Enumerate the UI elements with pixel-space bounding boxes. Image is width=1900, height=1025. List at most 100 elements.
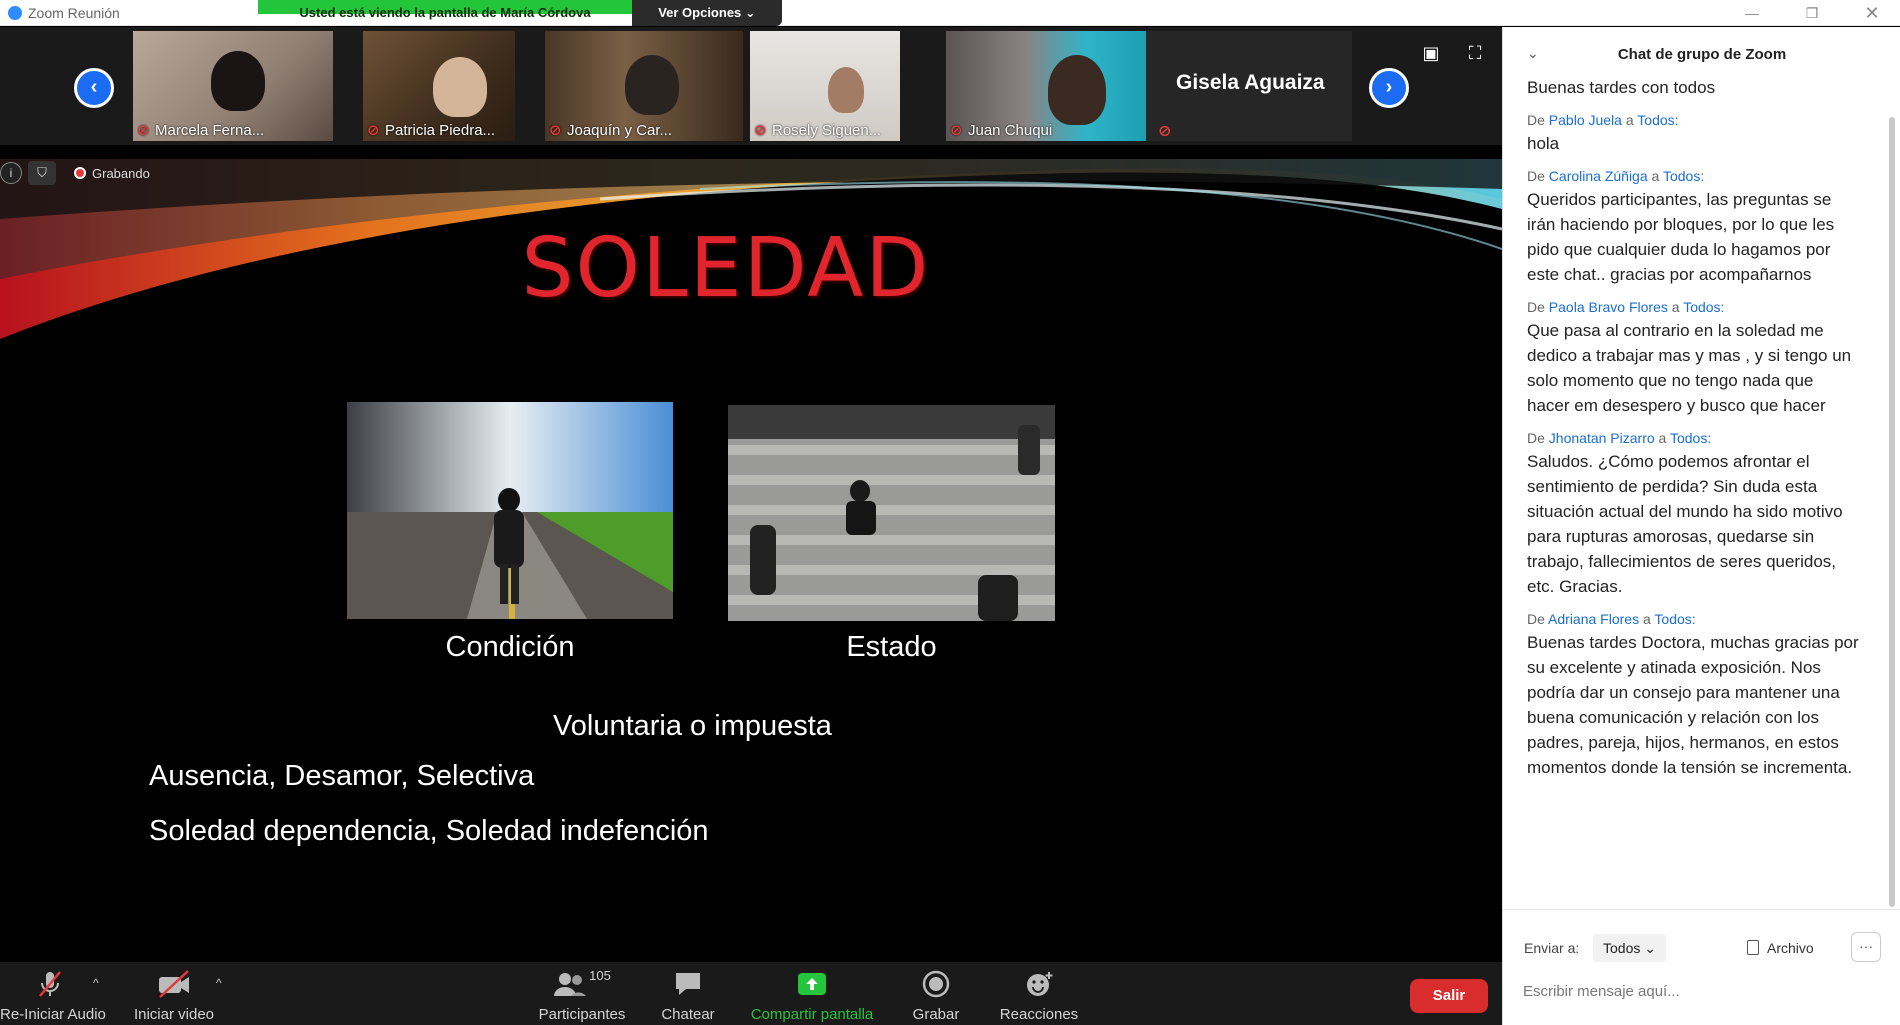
record-icon bbox=[922, 970, 950, 998]
to-word: a bbox=[1658, 430, 1667, 446]
sender-name[interactable]: Jhonatan Pizarro bbox=[1549, 430, 1655, 446]
audio-label: Re-Iniciar Audio bbox=[0, 1006, 106, 1023]
video-button[interactable]: Iniciar video bbox=[126, 968, 222, 1023]
view-layout-icon[interactable]: ▣ bbox=[1420, 43, 1442, 63]
chat-message-text: Queridos participantes, las preguntas se… bbox=[1527, 190, 1835, 284]
chat-message-text: Saludos. ¿Cómo podemos afrontar el senti… bbox=[1527, 452, 1843, 596]
fullscreen-icon[interactable]: ⛶ bbox=[1464, 43, 1486, 63]
chat-message: De Pablo Juela a Todos: hola bbox=[1503, 112, 1889, 156]
zoom-logo-icon bbox=[8, 6, 22, 20]
mic-muted-icon: ⊘ bbox=[754, 122, 767, 139]
to-word: a bbox=[1625, 112, 1634, 128]
video-label: Iniciar video bbox=[133, 1006, 215, 1023]
shared-screen: SOLEDAD Condición Estado Voluntaria o im… bbox=[0, 159, 1502, 962]
video-tile[interactable]: ⊘ Rosely Siguen... bbox=[750, 31, 900, 141]
meeting-status-bar: i ⛉ Grabando bbox=[0, 161, 150, 185]
chat-message: De Paola Bravo Flores a Todos: Que pasa … bbox=[1503, 299, 1889, 418]
recipient-name[interactable]: Todos: bbox=[1670, 430, 1711, 446]
participant-name: ⊘ Joaquín y Car... bbox=[549, 121, 739, 139]
to-word: a bbox=[1651, 168, 1660, 184]
chat-messages[interactable]: Buenas tardes con todos De Pablo Juela a… bbox=[1503, 79, 1889, 909]
video-strip: ‹ ⊘ Marcela Ferna... ⊘ Patricia Piedra... … bbox=[0, 27, 1502, 145]
security-shield-icon[interactable]: ⛉ bbox=[28, 161, 56, 185]
sender-name[interactable]: Paola Bravo Flores bbox=[1549, 299, 1668, 315]
participant-name-text: Joaquín y Car... bbox=[567, 122, 673, 139]
next-page-button[interactable]: › bbox=[1369, 68, 1409, 108]
chat-message-text: hola bbox=[1527, 134, 1560, 153]
participants-count: 105 bbox=[589, 968, 611, 983]
leave-button[interactable]: Salir bbox=[1410, 979, 1488, 1013]
recipient-name[interactable]: Todos: bbox=[1663, 168, 1704, 184]
restore-button[interactable]: ❐ bbox=[1792, 2, 1832, 24]
chat-message-header: De Pablo Juela a Todos: bbox=[1527, 112, 1859, 128]
send-to-label: Enviar a: bbox=[1524, 940, 1580, 956]
chevron-left-icon: ‹ bbox=[90, 76, 98, 98]
audio-button[interactable]: Re-Iniciar Audio bbox=[0, 968, 106, 1023]
video-tile[interactable]: ⊘ Joaquín y Car... bbox=[545, 31, 743, 141]
participants-button[interactable]: 105 Participantes bbox=[528, 968, 636, 1023]
chat-message: De Jhonatan Pizarro a Todos: Saludos. ¿C… bbox=[1503, 430, 1889, 599]
participant-name-text: Patricia Piedra... bbox=[385, 122, 496, 139]
participant-name-text: Marcela Ferna... bbox=[155, 122, 265, 139]
record-button[interactable]: Grabar bbox=[898, 968, 974, 1023]
from-word: De bbox=[1527, 168, 1545, 184]
slide-title: SOLEDAD bbox=[521, 221, 931, 316]
sender-name[interactable]: Pablo Juela bbox=[1549, 112, 1622, 128]
participant-name-text: Juan Chuqui bbox=[968, 122, 1053, 139]
info-icon[interactable]: i bbox=[0, 162, 22, 184]
chat-message-input[interactable] bbox=[1523, 976, 1883, 1006]
window-title-text: Zoom Reunión bbox=[28, 5, 120, 21]
participants-label: Participantes bbox=[538, 1006, 626, 1023]
video-off-icon bbox=[159, 970, 189, 998]
sender-name[interactable]: Adriana Flores bbox=[1548, 611, 1639, 627]
recording-label: Grabando bbox=[92, 165, 150, 181]
video-tile[interactable]: ⊘ Patricia Piedra... bbox=[363, 31, 515, 141]
participant-video-figure bbox=[1048, 55, 1106, 125]
chat-button[interactable]: Chatear bbox=[652, 968, 724, 1023]
audio-options-caret-icon[interactable]: ^ bbox=[93, 976, 99, 990]
file-label: Archivo bbox=[1767, 940, 1814, 956]
close-button[interactable]: ✕ bbox=[1852, 2, 1892, 24]
recipient-name[interactable]: Todos: bbox=[1683, 299, 1724, 315]
participant-name-text: Rosely Siguen... bbox=[772, 122, 882, 139]
viewing-screen-message: Usted está viendo la pantalla de María C… bbox=[258, 0, 632, 20]
chat-message: De Carolina Zúñiga a Todos: Queridos par… bbox=[1503, 168, 1889, 287]
video-tile[interactable]: ⊘ Juan Chuqui bbox=[946, 31, 1146, 141]
mic-muted-icon: ⊘ bbox=[950, 122, 963, 139]
mic-muted-icon: ⊘ bbox=[1158, 123, 1172, 140]
chat-title: Chat de grupo de Zoom bbox=[1617, 46, 1787, 63]
chat-message-text: Que pasa al contrario en la soledad me d… bbox=[1527, 321, 1852, 415]
participant-video-figure bbox=[625, 55, 679, 115]
chat-message-text: Buenas tardes Doctora, muchas gracias po… bbox=[1527, 633, 1859, 777]
video-tile-name-only[interactable]: Gisela Aguaiza ⊘ bbox=[1146, 31, 1352, 141]
share-screen-button[interactable]: Compartir pantalla bbox=[744, 968, 880, 1023]
reactions-label: Reacciones bbox=[999, 1006, 1079, 1023]
mic-muted-icon: ⊘ bbox=[367, 122, 380, 139]
minimize-button[interactable]: — bbox=[1732, 2, 1772, 24]
video-options-caret-icon[interactable]: ^ bbox=[216, 976, 222, 990]
recipient-name[interactable]: Todos: bbox=[1654, 611, 1695, 627]
chat-panel: ⌄ Chat de grupo de Zoom Buenas tardes co… bbox=[1502, 27, 1900, 1025]
file-button[interactable]: Archivo bbox=[1747, 934, 1814, 962]
chat-message-header: De Carolina Zúñiga a Todos: bbox=[1527, 168, 1859, 184]
chat-message: De Adriana Flores a Todos: Buenas tardes… bbox=[1503, 611, 1889, 780]
more-options-button[interactable]: ··· bbox=[1851, 932, 1881, 962]
to-word: a bbox=[1671, 299, 1680, 315]
record-label: Grabar bbox=[912, 1006, 960, 1023]
file-icon bbox=[1747, 940, 1759, 955]
recipient-dropdown[interactable]: Todos ⌄ bbox=[1593, 934, 1666, 962]
participant-name: ⊘ Juan Chuqui bbox=[950, 121, 1142, 139]
chevron-right-icon: › bbox=[1385, 76, 1393, 98]
to-word: a bbox=[1642, 611, 1651, 627]
slide-image-state bbox=[728, 405, 1055, 621]
mic-muted-icon: ⊘ bbox=[137, 122, 150, 139]
reactions-button[interactable]: Reacciones bbox=[994, 968, 1084, 1023]
video-tile[interactable]: ⊘ Marcela Ferna... bbox=[133, 31, 333, 141]
sender-name[interactable]: Carolina Zúñiga bbox=[1549, 168, 1648, 184]
view-options-button[interactable]: Ver Opciones ⌄ bbox=[632, 0, 782, 26]
previous-page-button[interactable]: ‹ bbox=[74, 68, 114, 108]
chat-message-header: De Adriana Flores a Todos: bbox=[1527, 611, 1859, 627]
participant-name: ⊘ Marcela Ferna... bbox=[137, 121, 329, 139]
chat-scrollbar[interactable] bbox=[1889, 117, 1895, 907]
recipient-name[interactable]: Todos: bbox=[1637, 112, 1678, 128]
